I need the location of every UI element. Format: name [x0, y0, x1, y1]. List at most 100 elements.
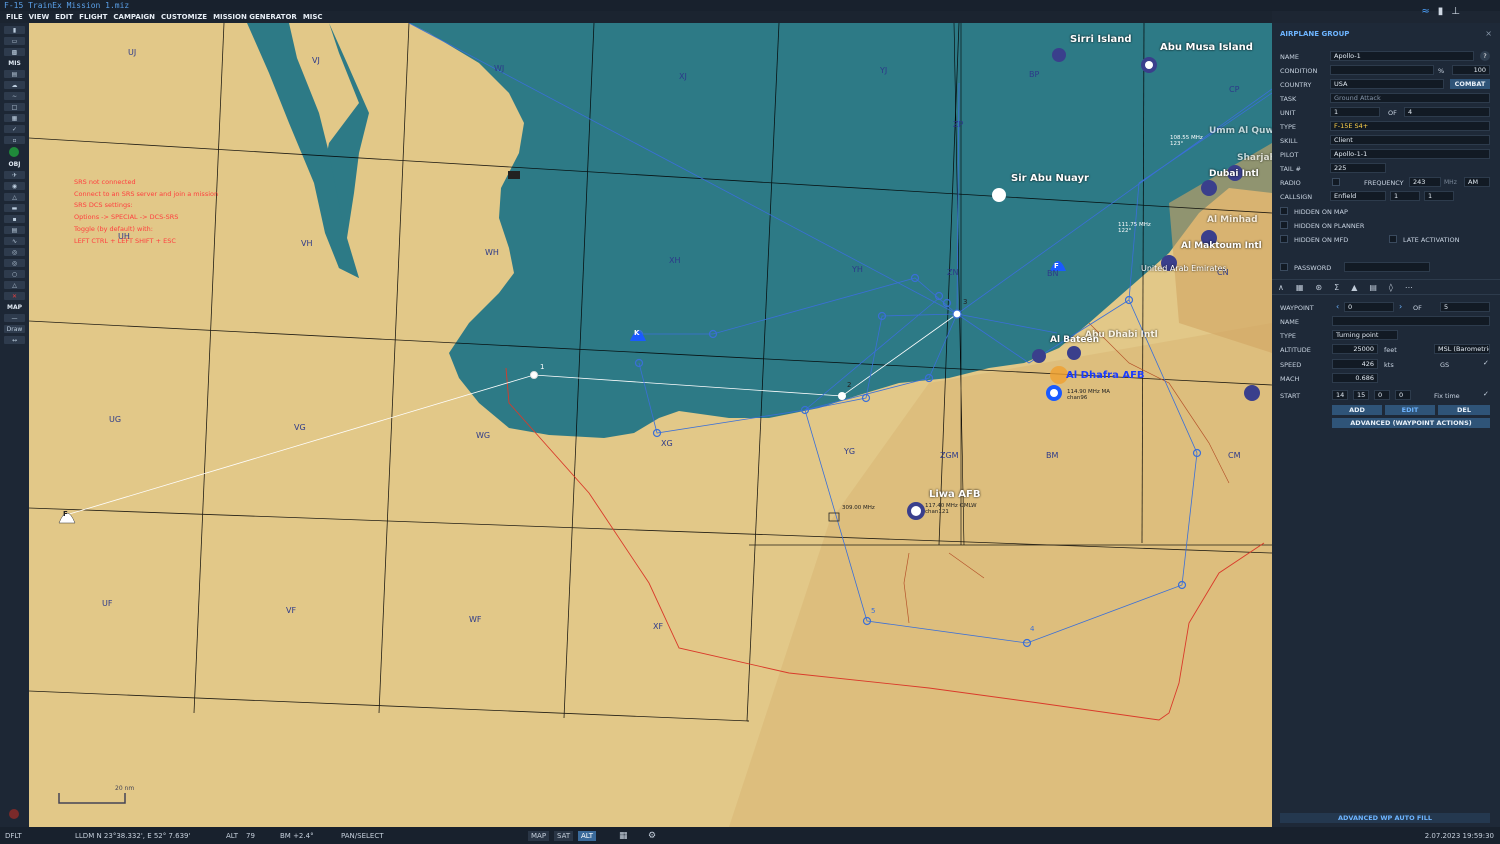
static-icon[interactable]: ▪ — [4, 215, 25, 223]
vehicle-icon[interactable]: ▬ — [4, 204, 25, 212]
map-canvas[interactable] — [29, 23, 1272, 827]
group-marker-k[interactable]: K — [634, 329, 639, 337]
route-icon[interactable]: ∿ — [4, 237, 25, 245]
callsign-number[interactable]: 1 — [1390, 191, 1420, 201]
add-waypoint-button[interactable]: ADD — [1332, 405, 1382, 415]
menu-edit[interactable]: EDIT — [55, 13, 73, 21]
wifi-icon[interactable]: ≈ — [1421, 6, 1429, 17]
callsign-number-2[interactable]: 1 — [1424, 191, 1454, 201]
start-hour[interactable]: 14 — [1332, 390, 1348, 400]
modulation-select[interactable]: AM — [1464, 177, 1490, 187]
password-checkbox[interactable] — [1280, 263, 1288, 271]
menu-campaign[interactable]: CAMPAIGN — [113, 13, 155, 21]
map-view[interactable]: SRS not connected Connect to an SRS serv… — [29, 23, 1272, 827]
start-ms[interactable]: 0 — [1395, 390, 1411, 400]
speed-field[interactable]: 426 — [1332, 359, 1378, 369]
type-select[interactable]: F-15E S4+ — [1330, 121, 1490, 131]
tower-icon[interactable]: ⊥ — [1451, 6, 1460, 17]
settings-icon[interactable]: ⚙ — [648, 831, 656, 841]
group-name-field[interactable]: Apollo-1 — [1330, 51, 1474, 61]
profile-select[interactable]: DFLT — [5, 832, 22, 840]
altitude-mode-select[interactable]: MSL (Barometric) — [1434, 344, 1490, 354]
record-icon[interactable] — [9, 809, 19, 819]
airplane-icon[interactable]: ✈ — [4, 171, 25, 179]
combat-button[interactable]: COMBAT — [1450, 79, 1490, 89]
zones-icon[interactable]: □ — [4, 103, 25, 111]
check-icon[interactable]: ✓ — [4, 125, 25, 133]
alt-layer-button[interactable]: ALT — [578, 830, 597, 841]
fix-time-checkbox[interactable]: ✓ — [1483, 390, 1489, 398]
fly-icon[interactable] — [9, 147, 19, 157]
more-tab-icon[interactable]: ⋯ — [1405, 283, 1413, 292]
wp-name-field[interactable] — [1332, 316, 1490, 326]
advanced-wp-auto-fill-button[interactable]: ADVANCED WP AUTO FILL — [1280, 813, 1490, 823]
draw-button[interactable]: Draw — [4, 325, 25, 333]
mach-field[interactable]: 0.686 — [1332, 373, 1378, 383]
open-icon[interactable]: ▭ — [4, 37, 25, 45]
altitude-field[interactable]: 25000 — [1332, 344, 1378, 354]
measure-icon[interactable]: ↔ — [4, 336, 25, 344]
hidden-map-checkbox[interactable] — [1280, 207, 1288, 215]
menu-mission-generator[interactable]: MISSION GENERATOR — [213, 13, 297, 21]
late-activation-checkbox[interactable] — [1389, 235, 1397, 243]
weather-icon[interactable]: ☁ — [4, 81, 25, 89]
ruler-icon[interactable]: — — [4, 314, 25, 322]
route-tab-icon[interactable]: ∧ — [1278, 283, 1284, 292]
srs-icon[interactable]: ▮ — [1438, 6, 1444, 17]
menu-file[interactable]: FILE — [6, 13, 23, 21]
start-second[interactable]: 0 — [1374, 390, 1390, 400]
payload-tab-icon[interactable]: ▲ — [1351, 283, 1357, 292]
unit-stepper[interactable]: 1 — [1330, 107, 1380, 117]
callsign-tab-icon[interactable]: ▤ — [1369, 283, 1377, 292]
menu-customize[interactable]: CUSTOMIZE — [161, 13, 207, 21]
helicopter-icon[interactable]: ◉ — [4, 182, 25, 190]
tail-field[interactable]: 225 — [1330, 163, 1386, 173]
resources-icon[interactable]: ▫ — [4, 136, 25, 144]
condition-field[interactable]: 100 — [1452, 65, 1490, 75]
group-marker-f-player[interactable]: F — [63, 510, 68, 518]
hidden-planner-checkbox[interactable] — [1280, 221, 1288, 229]
unit-total-stepper[interactable]: 4 — [1404, 107, 1490, 117]
map-layer-button[interactable]: MAP — [528, 830, 550, 841]
close-icon[interactable]: × — [1485, 29, 1492, 38]
help-icon[interactable]: ? — [1480, 51, 1490, 61]
password-field[interactable] — [1344, 262, 1430, 272]
save-icon[interactable]: ▩ — [4, 48, 25, 56]
summary-tab-icon[interactable]: Σ — [1334, 283, 1339, 292]
condition-slider[interactable] — [1330, 65, 1434, 75]
frequency-field[interactable]: 243 — [1409, 177, 1441, 187]
sat-layer-button[interactable]: SAT — [554, 830, 574, 841]
menu-flight[interactable]: FLIGHT — [79, 13, 107, 21]
menu-misc[interactable]: MISC — [303, 13, 323, 21]
pilot-field[interactable]: Apollo-1-1 — [1330, 149, 1490, 159]
template-icon[interactable]: ▤ — [4, 226, 25, 234]
start-minute[interactable]: 15 — [1353, 390, 1369, 400]
layers-icon[interactable]: ▦ — [619, 831, 628, 841]
new-mission-icon[interactable]: ▮ — [4, 26, 25, 34]
menu-view[interactable]: VIEW — [29, 13, 50, 21]
nav-point-icon[interactable]: ◎ — [4, 248, 25, 256]
targets-tab-icon[interactable]: ⊛ — [1315, 283, 1322, 292]
task-select[interactable]: Ground Attack — [1330, 93, 1490, 103]
ship-icon[interactable]: △ — [4, 193, 25, 201]
radio-checkbox[interactable] — [1332, 178, 1340, 186]
triggered-actions-tab-icon[interactable]: ▦ — [1296, 283, 1304, 292]
speed-locked-checkbox[interactable]: ✓ — [1483, 359, 1489, 367]
radio-tab-icon[interactable]: ◊ — [1389, 283, 1393, 292]
goals-icon[interactable]: ▦ — [4, 114, 25, 122]
prev-waypoint-icon[interactable]: ‹ — [1336, 302, 1339, 311]
triggers-icon[interactable]: ∼ — [4, 92, 25, 100]
delete-waypoint-button[interactable]: DEL — [1438, 405, 1490, 415]
hidden-mfd-checkbox[interactable] — [1280, 235, 1288, 243]
skill-select[interactable]: Client — [1330, 135, 1490, 145]
edit-waypoint-button[interactable]: EDIT — [1385, 405, 1435, 415]
delete-icon[interactable]: ✕ — [4, 292, 25, 300]
country-select[interactable]: USA — [1330, 79, 1444, 89]
target-icon[interactable]: ◎ — [4, 259, 25, 267]
group-marker-f[interactable]: F — [1054, 262, 1059, 270]
shapes-icon[interactable]: △ — [4, 281, 25, 289]
callsign-select[interactable]: Enfield — [1330, 191, 1386, 201]
wp-type-select[interactable]: Turning point — [1332, 330, 1398, 340]
briefing-icon[interactable]: ▤ — [4, 70, 25, 78]
next-waypoint-icon[interactable]: › — [1399, 302, 1402, 311]
